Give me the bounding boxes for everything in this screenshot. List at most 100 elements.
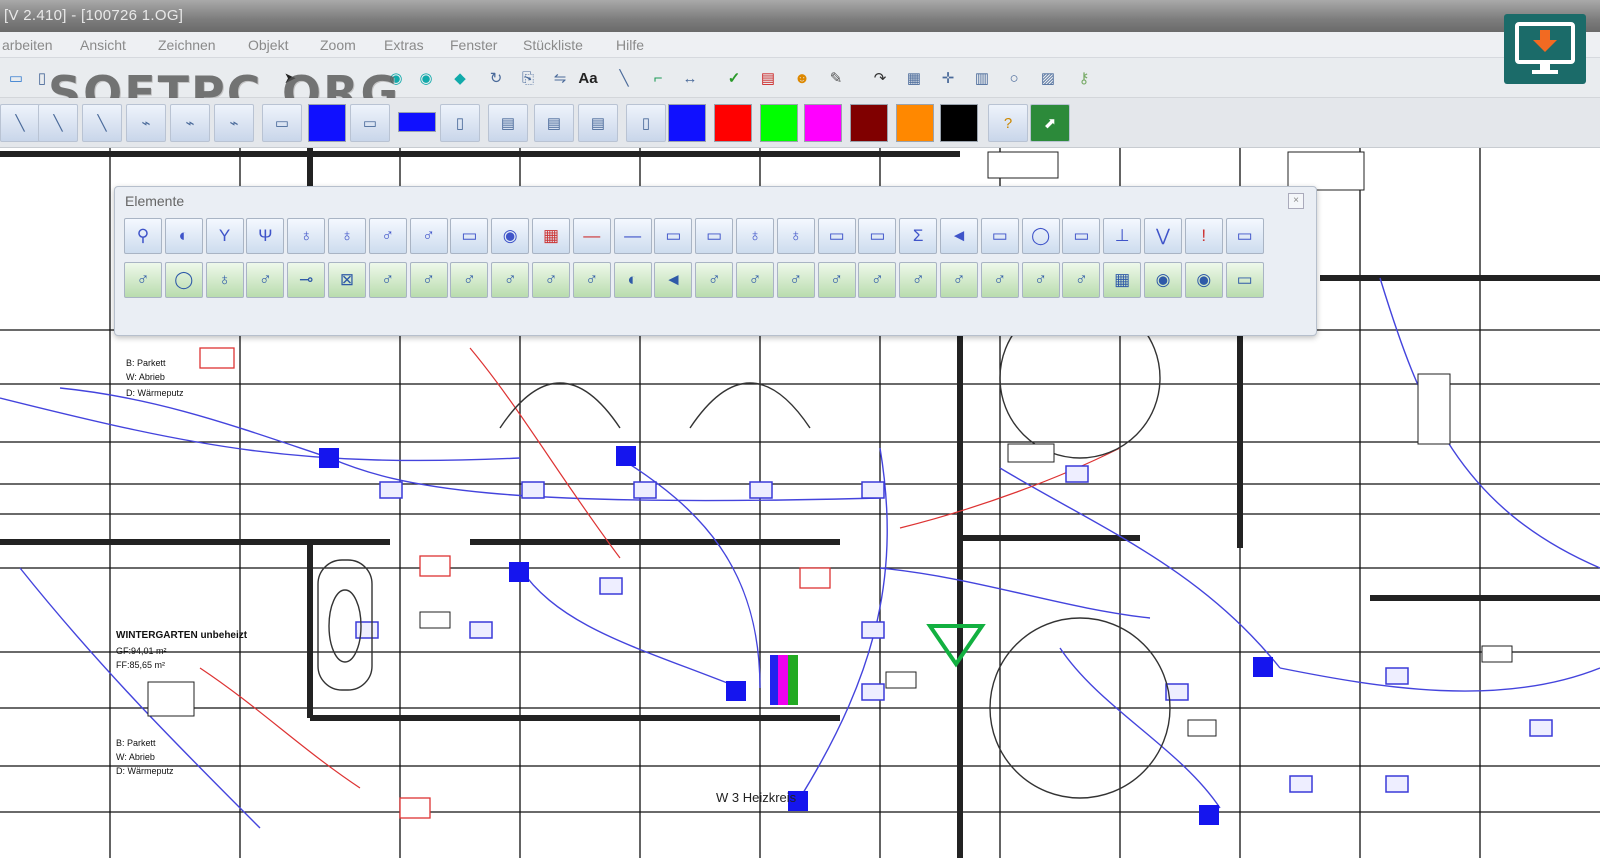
color-swatch-black[interactable] [940,104,978,142]
connector-icon[interactable]: ⌁ [126,104,166,142]
menu-zeichnen[interactable]: Zeichnen [158,37,216,53]
palette-element-a8-icon[interactable]: ♂ [409,218,448,254]
menu-objekt[interactable]: Objekt [248,37,288,53]
grid-icon[interactable]: ▦ [902,66,926,90]
redo-icon[interactable]: ↷ [868,66,892,90]
palette-element-a3-icon[interactable]: Y [205,218,244,254]
circle-icon[interactable]: ○ [1002,66,1026,90]
palette-element-b26-icon[interactable]: ◉ [1144,262,1182,298]
line-diagonal-icon[interactable]: ╲ [0,104,40,142]
palette-element-a20-icon[interactable]: Σ [899,218,938,254]
palette-element-b1-icon[interactable]: ♂ [124,262,162,298]
menu-fenster[interactable]: Fenster [450,37,497,53]
snap-icon[interactable]: ✛ [936,66,960,90]
palette-element-b21-icon[interactable]: ♂ [940,262,978,298]
palette-element-b5-icon[interactable]: ⊸ [287,262,326,298]
export-icon[interactable]: ⬈ [1030,104,1070,142]
line-diagonal2-icon[interactable]: ╲ [38,104,78,142]
palette-element-a14-icon[interactable]: ▭ [654,218,693,254]
door-icon[interactable]: ▯ [626,104,666,142]
fill-icon[interactable]: ◆ [448,66,472,90]
line-tool-icon[interactable]: ╲ [612,66,636,90]
palette-element-b28-icon[interactable]: ▭ [1225,262,1264,298]
palette-element-b18-icon[interactable]: ♂ [817,262,856,298]
connector3-icon[interactable]: ⌁ [214,104,254,142]
panel-icon[interactable]: ▯ [440,104,480,142]
palette-element-a5-icon[interactable]: ♁ [287,218,326,254]
text-tool-icon[interactable]: Aa [576,66,600,90]
palette-element-a2-icon[interactable]: ◐ [164,218,203,254]
palette-element-b22-icon[interactable]: ♂ [980,262,1019,298]
menu-bearbeiten[interactable]: arbeiten [2,37,53,53]
palette-element-a4-icon[interactable]: Ψ [246,218,285,254]
palette-element-a12-icon[interactable]: — [572,218,611,254]
palette-element-a24-icon[interactable]: ▭ [1062,218,1101,254]
eraser-icon[interactable]: ✎ [824,66,848,90]
palette-element-a17-icon[interactable]: ♁ [776,218,815,254]
palette-element-a13-icon[interactable]: — [613,218,652,254]
palette-element-b4-icon[interactable]: ♂ [246,262,285,298]
palette-element-a22-icon[interactable]: ▭ [980,218,1019,254]
color-swatch-orange[interactable] [896,104,934,142]
palette-element-a28-icon[interactable]: ▭ [1225,218,1264,254]
color-swatch-green[interactable] [760,104,798,142]
palette-element-b7-icon[interactable]: ♂ [368,262,407,298]
print-icon[interactable]: ▭ [4,66,28,90]
palette-element-b25-icon[interactable]: ▦ [1103,262,1142,298]
image-icon[interactable]: ▨ [1036,66,1060,90]
palette-close-button[interactable]: × [1288,193,1304,209]
color-swatch-blue[interactable] [668,104,706,142]
palette-element-b12-icon[interactable]: ♂ [572,262,611,298]
copy-icon[interactable]: ⎘ [516,66,540,90]
color-swatch-blue-bar[interactable] [398,112,436,132]
table-icon[interactable]: ▥ [970,66,994,90]
palette-element-a16-icon[interactable]: ♁ [736,218,774,254]
rotate-icon[interactable]: ↻ [484,66,508,90]
arrow-tool-icon[interactable]: ⌐ [646,66,670,90]
palette-element-b19-icon[interactable]: ♂ [858,262,897,298]
palette-element-b6-icon[interactable]: ⊠ [328,262,366,298]
palette-element-b23-icon[interactable]: ♂ [1021,262,1060,298]
menu-stueckliste[interactable]: Stückliste [523,37,583,53]
palette-element-a9-icon[interactable]: ▭ [450,218,489,254]
palette-element-a27-icon[interactable]: ! [1184,218,1223,254]
palette-element-a21-icon[interactable]: ◄ [940,218,978,254]
palette-element-b8-icon[interactable]: ♂ [409,262,448,298]
cabinet3-icon[interactable]: ▤ [578,104,618,142]
help-icon[interactable]: ? [988,104,1028,142]
color-swatch-red[interactable] [714,104,752,142]
palette-element-a15-icon[interactable]: ▭ [695,218,734,254]
palette-element-a10-icon[interactable]: ◉ [491,218,530,254]
check-icon[interactable]: ✓ [722,66,746,90]
palette-element-b13-icon[interactable]: ◐ [613,262,652,298]
palette-element-b20-icon[interactable]: ♂ [899,262,938,298]
menu-hilfe[interactable]: Hilfe [616,37,644,53]
palette-element-a6-icon[interactable]: ♁ [328,218,366,254]
cabinet2-icon[interactable]: ▤ [534,104,574,142]
palette-element-a26-icon[interactable]: ⋁ [1144,218,1182,254]
color-swatch-darkred[interactable] [850,104,888,142]
menu-ansicht[interactable]: Ansicht [80,37,126,53]
palette-element-b3-icon[interactable]: ♁ [205,262,244,298]
rect-icon[interactable]: ▭ [262,104,302,142]
palette-element-b27-icon[interactable]: ◉ [1184,262,1223,298]
palette-element-a19-icon[interactable]: ▭ [858,218,897,254]
palette-element-a1-icon[interactable]: ⚲ [124,218,162,254]
palette-element-b2-icon[interactable]: ◯ [164,262,203,298]
color-swatch-blue-block[interactable] [308,104,346,142]
palette-element-a7-icon[interactable]: ♂ [368,218,407,254]
connector2-icon[interactable]: ⌁ [170,104,210,142]
user-icon[interactable]: ☻ [790,66,814,90]
palette-element-b24-icon[interactable]: ♂ [1062,262,1101,298]
layer-toggle-icon[interactable]: ◉ [414,66,438,90]
box-icon[interactable]: ▭ [350,104,390,142]
palette-element-a25-icon[interactable]: ⊥ [1103,218,1142,254]
menu-extras[interactable]: Extras [384,37,424,53]
line-diagonal3-icon[interactable]: ╲ [82,104,122,142]
key-icon[interactable]: ⚷ [1072,66,1096,90]
palette-element-b15-icon[interactable]: ♂ [695,262,734,298]
pdf-icon[interactable]: ▤ [756,66,780,90]
dimension-icon[interactable]: ↔ [678,66,702,90]
palette-element-b16-icon[interactable]: ♂ [736,262,774,298]
cabinet-icon[interactable]: ▤ [488,104,528,142]
